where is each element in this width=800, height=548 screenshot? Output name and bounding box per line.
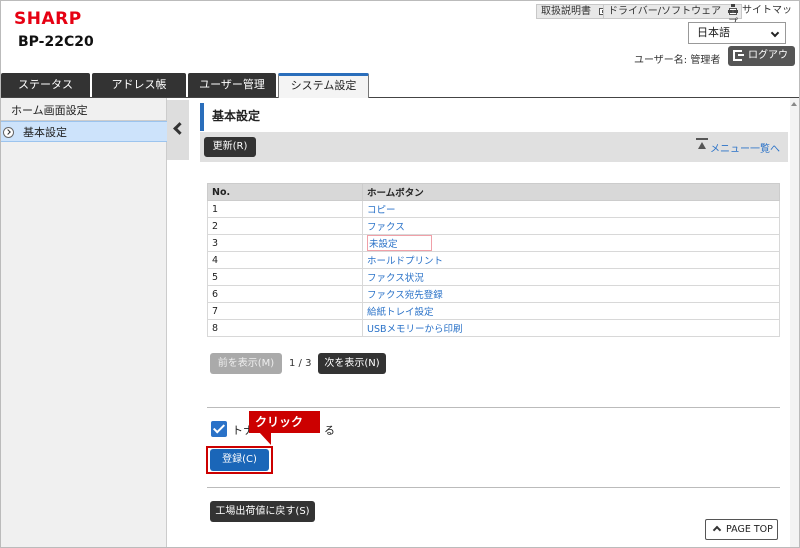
- row-number: 2: [207, 217, 363, 235]
- home-button-cell[interactable]: 未設定: [362, 234, 780, 252]
- tab-system-settings[interactable]: システム設定: [278, 73, 369, 98]
- manual-link-label: 取扱説明書: [541, 6, 591, 17]
- sidebar: ホーム画面設定 基本設定: [1, 98, 167, 547]
- register-button[interactable]: 登録(C): [210, 449, 269, 471]
- page-top-button[interactable]: PAGE TOP: [705, 519, 778, 540]
- row-number: 8: [207, 319, 363, 337]
- home-button-link[interactable]: ファクス宛先登録: [362, 285, 780, 303]
- tab-address-book[interactable]: アドレス帳: [92, 73, 186, 97]
- sidebar-item-home-screen-settings[interactable]: ホーム画面設定: [1, 100, 167, 121]
- page-indicator: 1 / 3: [289, 358, 312, 369]
- table-row: 5 ファクス状況: [207, 268, 780, 286]
- driver-software-link[interactable]: ドライバー/ソフトウェア: [603, 4, 743, 19]
- column-header-no: No.: [207, 183, 363, 201]
- divider: [207, 407, 780, 408]
- sharp-logo: SHARP: [14, 9, 82, 29]
- table-row: 8 USBメモリーから印刷: [207, 319, 780, 337]
- callout-pointer: [255, 432, 271, 445]
- table-row: 3 未設定: [207, 234, 780, 252]
- row-number: 4: [207, 251, 363, 269]
- home-button-link[interactable]: 給紙トレイ設定: [362, 302, 780, 320]
- page-top-label: PAGE TOP: [726, 524, 773, 535]
- home-button-link[interactable]: ファクス状況: [362, 268, 780, 286]
- click-callout: クリック: [249, 411, 320, 433]
- home-button-link[interactable]: USBメモリーから印刷: [362, 319, 780, 337]
- table-header-row: No. ホームボタン: [207, 183, 780, 201]
- table-row: 2 ファクス: [207, 217, 780, 235]
- home-button-link[interactable]: コピー: [362, 200, 780, 218]
- logout-icon: [733, 50, 744, 61]
- language-value: 日本語: [697, 26, 730, 39]
- sidebar-item-label: ホーム画面設定: [11, 104, 88, 117]
- sidebar-collapse-button[interactable]: [167, 100, 189, 160]
- scroll-up-icon: [791, 102, 797, 106]
- sitemap-icon: [728, 4, 739, 14]
- language-select[interactable]: 日本語: [688, 22, 786, 44]
- table-row: 6 ファクス宛先登録: [207, 285, 780, 303]
- table-row: 1 コピー: [207, 200, 780, 218]
- table-row: 4 ホールドプリント: [207, 251, 780, 269]
- prev-page-button[interactable]: 前を表示(M): [210, 353, 282, 374]
- home-button-link[interactable]: ホールドプリント: [362, 251, 780, 269]
- row-number: 3: [207, 234, 363, 252]
- divider: [207, 487, 780, 488]
- setting-checkbox[interactable]: [211, 421, 227, 437]
- factory-reset-button[interactable]: 工場出荷値に戻す(S): [210, 501, 315, 522]
- logout-button[interactable]: ログアウト: [728, 46, 795, 81]
- model-name: BP-22C20: [18, 34, 94, 50]
- next-page-button[interactable]: 次を表示(N): [318, 353, 386, 374]
- menu-list-link[interactable]: メニュー一覧へ: [696, 138, 780, 155]
- update-button[interactable]: 更新(R): [204, 137, 256, 157]
- row-number: 6: [207, 285, 363, 303]
- chevron-right-icon: [3, 127, 14, 138]
- manual-link[interactable]: 取扱説明書: [536, 4, 612, 19]
- page-title: 基本設定: [200, 103, 260, 131]
- scrollbar[interactable]: [790, 98, 799, 547]
- row-number: 5: [207, 268, 363, 286]
- sidebar-item-basic-settings[interactable]: 基本設定: [1, 121, 167, 142]
- column-header-home-button: ホームボタン: [362, 183, 780, 201]
- checkbox-label-end: る: [324, 424, 335, 437]
- row-number: 1: [207, 200, 363, 218]
- sidebar-item-label: 基本設定: [23, 126, 67, 139]
- driver-software-label: ドライバー/ソフトウェア: [608, 6, 722, 17]
- row-number: 7: [207, 302, 363, 320]
- table-row: 7 給紙トレイ設定: [207, 302, 780, 320]
- tab-status[interactable]: ステータス: [1, 73, 90, 97]
- menu-list-label: メニュー一覧へ: [710, 144, 780, 155]
- back-to-top-icon: [696, 138, 708, 152]
- chevron-down-icon: [770, 28, 780, 38]
- home-button-table: No. ホームボタン 1 コピー 2 ファクス 3 未設定 4 ホールドプリント…: [207, 183, 780, 337]
- home-button-link[interactable]: 未設定: [367, 235, 432, 251]
- chevron-left-icon: [173, 122, 186, 135]
- tab-user-management[interactable]: ユーザー管理: [188, 73, 276, 97]
- user-name-label: ユーザー名: 管理者: [634, 55, 721, 66]
- chevron-up-icon: [712, 525, 722, 535]
- home-button-link[interactable]: ファクス: [362, 217, 780, 235]
